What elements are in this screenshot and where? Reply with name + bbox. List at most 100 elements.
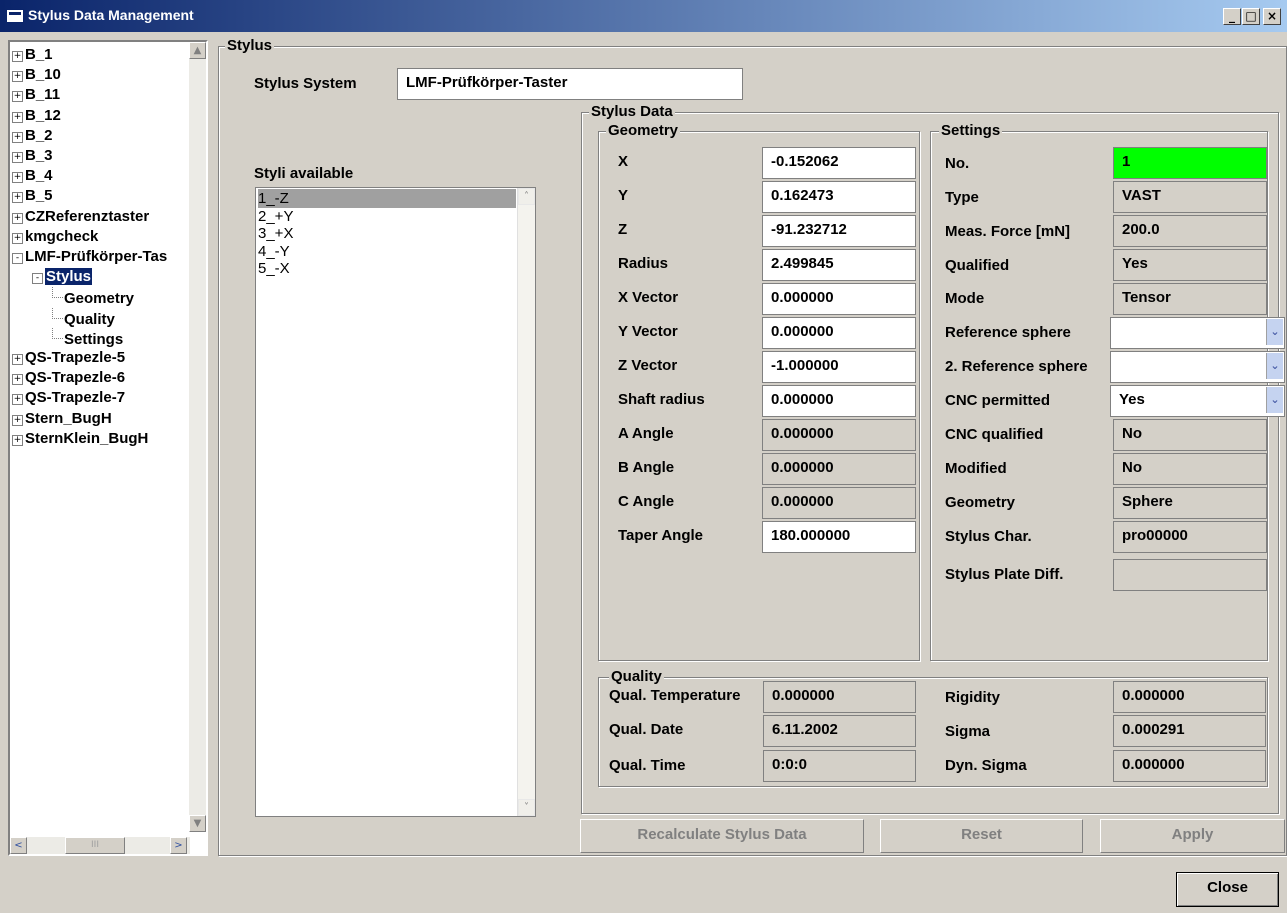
geometry-row-field[interactable]: 0.162473	[762, 181, 916, 213]
expand-icon[interactable]: +	[12, 414, 23, 426]
scroll-down-icon[interactable]: ▼	[189, 815, 206, 832]
list-vertical-scrollbar[interactable]: ˄ ˅	[517, 188, 535, 816]
tree-node[interactable]: + SternKlein_BugH	[12, 429, 148, 449]
expand-icon[interactable]: +	[12, 212, 23, 224]
tree-node[interactable]: + B_11	[12, 85, 60, 105]
geometry-row-field[interactable]: -91.232712	[762, 215, 916, 247]
tree-node[interactable]: + B_2	[12, 126, 53, 146]
expand-icon[interactable]: +	[12, 172, 23, 184]
expand-icon[interactable]: +	[12, 232, 23, 244]
expand-icon[interactable]: +	[12, 111, 23, 123]
expand-icon[interactable]: +	[12, 374, 23, 386]
tree-node[interactable]: + QS-Trapezle-5	[12, 348, 125, 368]
styli-list[interactable]: 1_-Z 2_+Y 3_+X 4_-Y 5_-X ˄ ˅	[255, 187, 536, 817]
tree-node[interactable]: + B_5	[12, 186, 53, 206]
expand-icon[interactable]: +	[12, 152, 23, 163]
chevron-down-icon[interactable]: ⌄	[1266, 353, 1283, 379]
expand-icon[interactable]: +	[12, 51, 23, 62]
tree-node[interactable]: + B_12	[12, 106, 61, 126]
modified-field: No	[1113, 453, 1267, 485]
geometry-row-field[interactable]: 0.000000	[762, 283, 916, 315]
scroll-right-icon[interactable]: >	[170, 837, 187, 854]
reset-button[interactable]: Reset	[880, 819, 1083, 853]
tree-node[interactable]: Geometry	[52, 287, 134, 307]
stylus-list-item[interactable]: 2_+Y	[258, 207, 516, 226]
geometry-row-field: 0.000000	[762, 453, 916, 485]
geometry-row-field[interactable]: -1.000000	[762, 351, 916, 383]
scroll-down-icon[interactable]: ˅	[518, 799, 535, 816]
qual-temperature-label: Qual. Temperature	[609, 687, 741, 704]
tree-node[interactable]: - Stylus	[32, 267, 93, 287]
reference-sphere-select[interactable]: ⌄	[1110, 317, 1285, 349]
mode-label: Mode	[945, 290, 985, 307]
tree-node[interactable]: + Stern_BugH	[12, 409, 112, 429]
geometry-row-field: 0.000000	[762, 487, 916, 519]
geometry-row-field[interactable]: 0.000000	[762, 385, 916, 417]
title-bar[interactable]: Stylus Data Management _ □ ×	[0, 0, 1287, 32]
tree-node-label: LMF-Prüfkörper-Tas	[25, 248, 168, 265]
stylus-list-item[interactable]: 3_+X	[258, 224, 516, 243]
stylus-list-item[interactable]: 4_-Y	[258, 242, 516, 261]
collapse-icon[interactable]: -	[12, 253, 23, 264]
tree-node[interactable]: Quality	[52, 307, 115, 328]
chevron-down-icon[interactable]: ⌄	[1266, 319, 1283, 345]
expand-icon[interactable]: +	[12, 192, 23, 204]
cnc-qualified-field: No	[1113, 419, 1267, 451]
tree-node[interactable]: + B_1	[12, 45, 53, 65]
expand-icon[interactable]: +	[12, 434, 23, 446]
tree-node-label: B_5	[25, 187, 53, 205]
recalculate-button[interactable]: Recalculate Stylus Data	[580, 819, 864, 853]
reference-sphere-2-select[interactable]: ⌄	[1110, 351, 1285, 383]
reference-sphere-2-label: 2. Reference sphere	[945, 358, 1088, 375]
close-window-button[interactable]: ×	[1263, 8, 1281, 25]
meas-force-label: Meas. Force [mN]	[945, 223, 1071, 240]
scroll-up-icon[interactable]: ˄	[518, 188, 535, 205]
maximize-button[interactable]: □	[1242, 8, 1260, 25]
mode-field: Tensor	[1113, 283, 1267, 315]
minimize-button[interactable]: _	[1223, 8, 1241, 25]
stylus-plate-diff-label: Stylus Plate Diff.	[945, 566, 1064, 583]
tree-node[interactable]: + B_4	[12, 166, 53, 186]
tree-vertical-scrollbar[interactable]: ▲ ▼	[189, 42, 206, 832]
scroll-left-icon[interactable]: <	[10, 837, 27, 854]
meas-force-field: 200.0	[1113, 215, 1267, 247]
apply-button[interactable]: Apply	[1100, 819, 1285, 853]
chevron-down-icon[interactable]: ⌄	[1266, 387, 1283, 413]
expand-icon[interactable]: +	[12, 394, 23, 406]
geometry-row-field[interactable]: 2.499845	[762, 249, 916, 281]
stylus-list-item[interactable]: 5_-X	[258, 259, 516, 278]
expand-icon[interactable]: +	[12, 91, 23, 103]
stylus-system-field[interactable]: LMF-Prüfkörper-Taster	[397, 68, 743, 100]
no-label: No.	[945, 155, 970, 172]
close-button[interactable]: Close	[1176, 872, 1279, 907]
scroll-thumb[interactable]: III	[65, 837, 125, 854]
tree-node[interactable]: + B_10	[12, 65, 61, 85]
tree-node[interactable]: Settings	[52, 327, 123, 348]
tree-node[interactable]: + QS-Trapezle-7	[12, 388, 125, 408]
tree-node[interactable]: + kmgcheck	[12, 227, 98, 247]
tree-horizontal-scrollbar[interactable]: < III >	[10, 837, 190, 854]
tree-node-label: QS-Trapezle-7	[25, 389, 126, 407]
stylus-char-field: pro00000	[1113, 521, 1267, 553]
window-title: Stylus Data Management	[28, 7, 194, 23]
geometry-row-field[interactable]: 180.000000	[762, 521, 916, 553]
tree-node-label: B_2	[25, 126, 53, 144]
scroll-up-icon[interactable]: ▲	[189, 42, 206, 59]
cnc-permitted-select[interactable]: Yes ⌄	[1110, 385, 1285, 417]
tree-node[interactable]: + CZReferenztaster	[12, 207, 149, 227]
tree-node[interactable]: + B_3	[12, 146, 53, 166]
styli-available-label: Styli available	[254, 165, 354, 182]
expand-icon[interactable]: +	[12, 354, 23, 365]
tree-connector	[52, 287, 63, 299]
collapse-icon[interactable]: -	[32, 273, 43, 285]
tree-node[interactable]: - LMF-Prüfkörper-Tas	[12, 247, 167, 267]
geometry-row-field[interactable]: -0.152062	[762, 147, 916, 179]
geometry-type-field: Sphere	[1113, 487, 1267, 519]
expand-icon[interactable]: +	[12, 131, 23, 143]
stylus-list-item[interactable]: 1_-Z	[258, 189, 516, 208]
geometry-row-field[interactable]: 0.000000	[762, 317, 916, 349]
geometry-row-label: Shaft radius	[618, 391, 705, 408]
stylus-tree[interactable]: + B_1 + B_10 + B_11 + B_12 + B_2 + B_3 + B_4 + B_5 + CZRe…	[8, 40, 208, 856]
tree-node[interactable]: + QS-Trapezle-6	[12, 368, 125, 388]
expand-icon[interactable]: +	[12, 71, 23, 83]
